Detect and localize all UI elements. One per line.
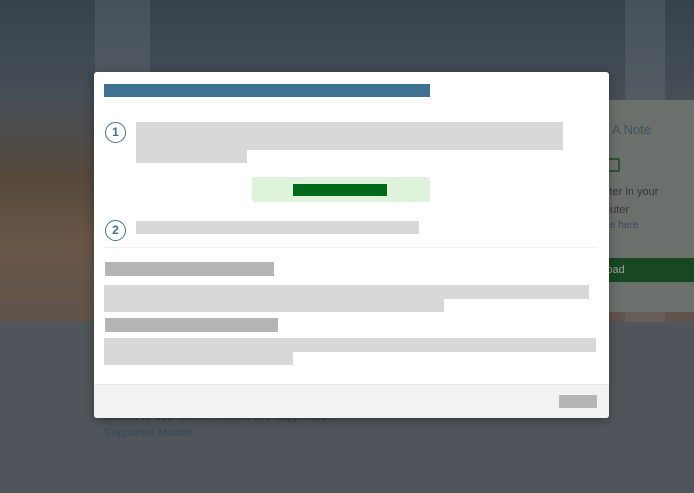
step-2-text-placeholder bbox=[136, 221, 419, 234]
step-2-number: 2 bbox=[105, 220, 126, 241]
section-text-placeholder bbox=[104, 338, 596, 352]
modal-title-placeholder bbox=[104, 84, 430, 97]
step-1-action-button[interactable] bbox=[252, 177, 430, 202]
modal-footer bbox=[94, 384, 609, 418]
section-text-placeholder bbox=[104, 285, 589, 299]
modal-divider bbox=[104, 247, 598, 248]
step-1-text-placeholder bbox=[136, 122, 563, 150]
section-text-placeholder bbox=[104, 352, 293, 365]
step-1-text-placeholder bbox=[136, 150, 247, 163]
section-heading-placeholder bbox=[105, 262, 274, 276]
section-text-placeholder bbox=[104, 299, 444, 312]
section-heading-placeholder bbox=[105, 318, 278, 332]
modal-dialog: 1 2 bbox=[94, 72, 609, 418]
close-button[interactable] bbox=[559, 395, 597, 408]
step-1-number: 1 bbox=[105, 122, 126, 143]
action-button-label-placeholder bbox=[293, 184, 387, 196]
